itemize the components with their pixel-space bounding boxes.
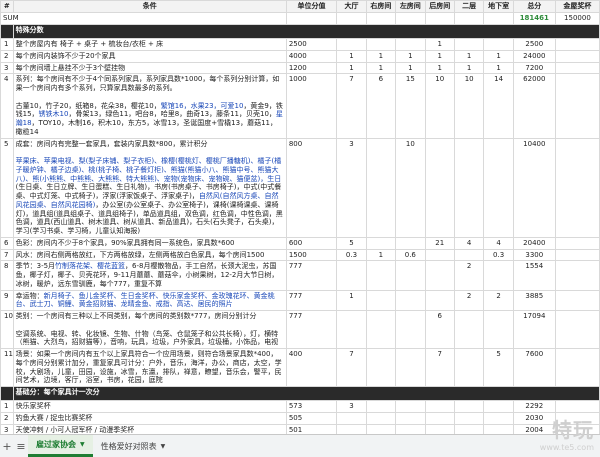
table-row: 11 场景：如果一个房间内有五个以上家具符合一个应用场景，则符合场景家具数*40… [0, 348, 600, 387]
col-back-room[interactable]: 后房间 [424, 0, 455, 13]
chevron-down-icon[interactable]: ▼ [80, 441, 85, 448]
category-cell[interactable]: 类别：一个房间有三种以上不同类别，每个房间的类别数*777，房间分别计分 空调系… [12, 310, 287, 349]
section-base: 基础分：每个家具计一次分 [0, 386, 600, 401]
sum-gold[interactable]: 150000 [554, 12, 600, 25]
all-sheets-icon[interactable]: ≡ [14, 440, 28, 453]
season-cell[interactable]: 季节：3-5月竹制落花架、樱花蓝篮，6-8月樱散物品，手工自然，长颈大泥虫，苏国… [12, 260, 287, 291]
table-row: 1 整个房屋内有 椅子 + 桌子 + 梳妆台/衣柜 + 床 2500 1 250… [0, 38, 600, 51]
score-table: # 条件 单位分值 大厅 右房间 左房间 后房间 二层 地下室 总分 金屋奖杯 … [0, 0, 600, 434]
col-condition[interactable]: 条件 [12, 0, 287, 13]
table-row: 2 每个房间内装饰不少于20个家具 4000 1 1 1 1 1 1 24000 [0, 49, 600, 63]
watermark: 特玩 www.te5.com [539, 418, 594, 452]
table-row: 5 成套：房间内有完整一套家具，套装内家具数*800，累计积分 苹果床、苹果电视… [0, 137, 600, 238]
table-row: 9 幸运物：新月椅子、鱼儿金奖杯、生日金奖杯、快乐家金奖杯、金玫瑰花环、黄金桃台… [0, 289, 600, 311]
table-row: 1 快乐家奖杯 573 3 2292 [0, 400, 600, 413]
col-hall[interactable]: 大厅 [336, 0, 367, 13]
sum-row: SUM 181461 150000 [0, 12, 600, 25]
table-row: 4 系列：每个房间有不少于4个同系列家具，系列家具数*1000，每个系列分别计算… [0, 73, 600, 139]
table-row: 3 天使冲刺 / 小可人冠军杯 / 动漫季奖杯 501 2004 [0, 423, 600, 434]
section-title[interactable]: 基础分：每个家具计一次分 [12, 386, 600, 401]
col-floor2[interactable]: 二层 [453, 0, 485, 13]
table-row: 10 类别：一个房间有三种以上不同类别，每个房间的类别数*777，房间分别计分 … [0, 310, 600, 349]
sum-label[interactable]: SUM [0, 12, 287, 25]
table-row: 2 钓鱼大赛 / 捉虫比赛奖杯 505 2030 [0, 411, 600, 425]
col-total[interactable]: 总分 [512, 0, 556, 13]
col-basement[interactable]: 地下室 [483, 0, 514, 13]
chevron-down-icon[interactable]: ▼ [161, 443, 166, 450]
section-title[interactable]: 特殊分数 [12, 24, 600, 39]
col-right-room[interactable]: 右房间 [365, 0, 397, 13]
table-row: 8 季节：3-5月竹制落花架、樱花蓝篮，6-8月樱散物品，手工自然，长颈大泥虫，… [0, 260, 600, 291]
table-row: 7 风水：房间右侧两格放红，下方两格放绿，左侧两格放白色家具，每个房间1500 … [0, 248, 600, 262]
header-row: # 条件 单位分值 大厅 右房间 左房间 后房间 二层 地下室 总分 金屋奖杯 [0, 0, 600, 13]
set-cell[interactable]: 成套：房间内有完整一套家具，套装内家具数*800，累计积分 苹果床、苹果电视、梨… [12, 137, 287, 238]
tab-sheet-active[interactable]: 雇过家协会 ▼ [28, 435, 93, 457]
col-left-room[interactable]: 左房间 [395, 0, 426, 13]
col-gold-prize[interactable]: 金屋奖杯 [554, 0, 600, 13]
col-hash[interactable]: # [0, 0, 14, 13]
lucky-cell[interactable]: 幸运物：新月椅子、鱼儿金奖杯、生日金奖杯、快乐家金奖杯、金玫瑰花环、黄金桃台、武… [12, 289, 287, 311]
table-row: 3 每个房间墙上悬挂不少于3个壁挂物 1200 1 1 1 1 1 1 7200 [0, 61, 600, 75]
series-cell[interactable]: 系列：每个房间有不少于4个同系列家具，系列家具数*1000，每个系列分别计算，如… [12, 73, 287, 139]
add-sheet-icon[interactable]: + [0, 440, 14, 453]
section-special: 特殊分数 [0, 24, 600, 39]
sheet-tab-bar: + ≡ 雇过家协会 ▼ 性格爱好对照表 ▼ [0, 434, 600, 457]
col-unit-score[interactable]: 单位分值 [285, 0, 338, 13]
table-row: 6 色彩：房间内不少于8个家具，90%家具拥有同一系统色，家具数*600 600… [0, 236, 600, 250]
tab-sheet-other[interactable]: 性格爱好对照表 ▼ [93, 435, 174, 457]
spreadsheet-grid[interactable]: # 条件 单位分值 大厅 右房间 左房间 后房间 二层 地下室 总分 金屋奖杯 … [0, 0, 600, 434]
sum-total[interactable]: 181461 [512, 12, 556, 25]
